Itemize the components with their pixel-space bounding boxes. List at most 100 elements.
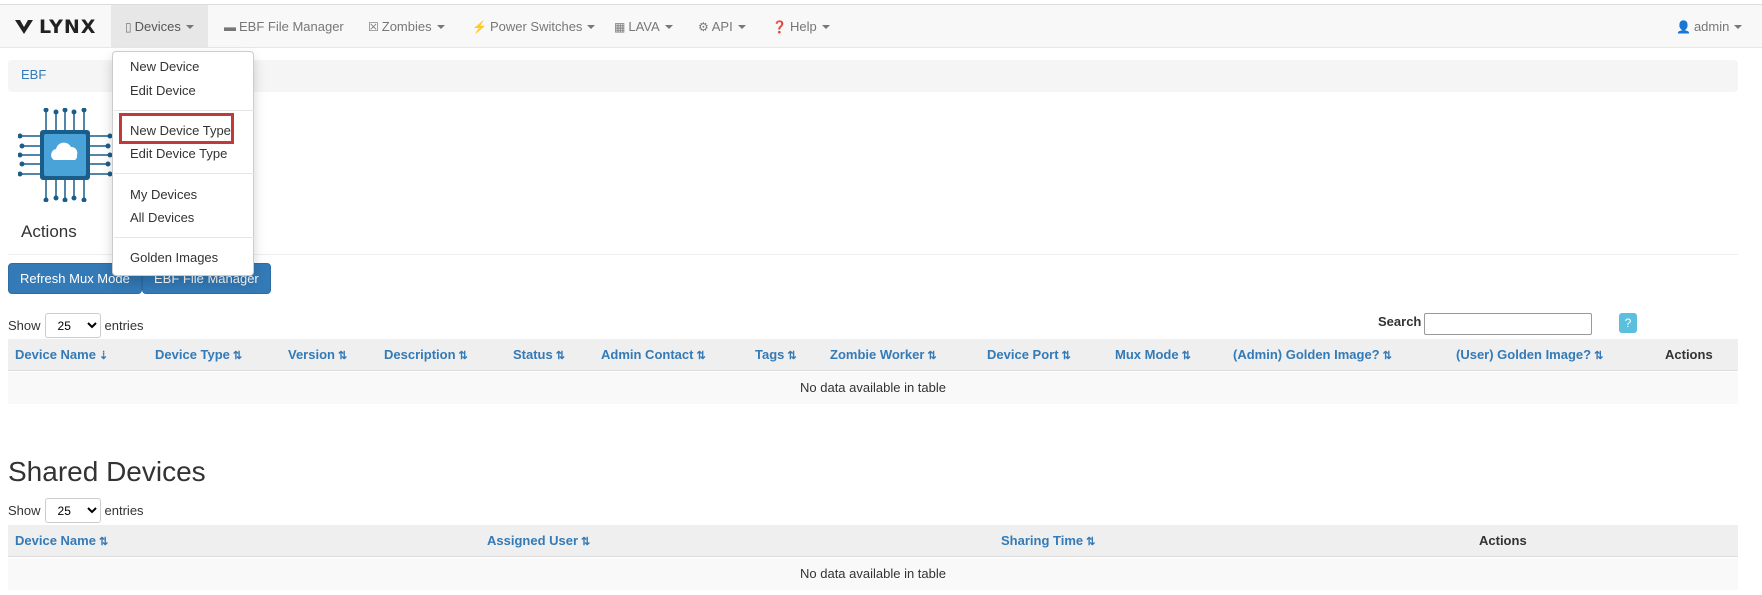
entries-length-control: Show 25 entries — [8, 313, 144, 338]
col-admin-contact[interactable]: Admin Contact ⇅ — [601, 347, 706, 362]
nav-zombies[interactable]: ☒ Zombies — [354, 5, 459, 48]
shared-table-header: Device Name ⇅ Assigned User ⇅ Sharing Time… — [8, 525, 1738, 557]
caret-down-icon — [185, 24, 194, 29]
col-device-port[interactable]: Device Port ⇅ — [987, 347, 1071, 362]
col-user-golden-image[interactable]: (User) Golden Image? ⇅ — [1456, 347, 1603, 362]
menu-edit-device-type[interactable]: Edit Device Type — [130, 146, 227, 161]
folder-icon: ▬ — [224, 19, 236, 34]
col-label: Device Name — [15, 347, 96, 362]
col-label: Status — [513, 347, 553, 362]
caret-down-icon — [821, 24, 830, 29]
nav-lava-label: LAVA — [628, 19, 660, 34]
col-label: Tags — [755, 347, 785, 362]
col-status[interactable]: Status ⇅ — [513, 347, 565, 362]
nav-lava[interactable]: ▦ LAVA — [600, 5, 687, 48]
col-label: Device Port — [987, 347, 1059, 362]
col-admin-golden-image[interactable]: (Admin) Golden Image? ⇅ — [1233, 347, 1392, 362]
gear-icon: ⚙ — [698, 19, 709, 34]
col-mux-mode[interactable]: Mux Mode ⇅ — [1115, 347, 1191, 362]
breadcrumb-ebf[interactable]: EBF — [21, 67, 46, 82]
col-description[interactable]: Description ⇅ — [384, 347, 468, 362]
col-label: Version — [288, 347, 335, 362]
col-label: (Admin) Golden Image? — [1233, 347, 1380, 362]
sort-icon: ⇅ — [1382, 350, 1392, 362]
caret-down-icon — [587, 24, 596, 29]
col-device-type[interactable]: Device Type ⇅ — [155, 347, 242, 362]
col-label: (User) Golden Image? — [1456, 347, 1592, 362]
entries-label: entries — [104, 503, 144, 518]
sort-icon: ⇅ — [555, 350, 565, 362]
sort-asc-icon: ⇣ — [98, 350, 109, 362]
col-shared-actions: Actions — [1479, 533, 1527, 548]
sort-icon: ⇅ — [927, 350, 937, 362]
tablet-icon: ▯ — [125, 19, 132, 34]
caret-down-icon — [737, 24, 746, 29]
nav-power-switches[interactable]: ⚡ Power Switches — [458, 5, 609, 48]
col-actions: Actions — [1665, 347, 1713, 362]
caret-down-icon — [664, 24, 673, 29]
devices-empty-message: No data available in table — [8, 372, 1738, 404]
menu-divider — [114, 237, 254, 238]
brand-logo[interactable]: LYNX — [14, 15, 96, 39]
divider — [8, 254, 1738, 255]
sort-icon: ⇅ — [458, 350, 468, 362]
menu-my-devices[interactable]: My Devices — [130, 187, 197, 202]
col-label: Device Type — [155, 347, 230, 362]
col-sharing-time[interactable]: Sharing Time ⇅ — [1001, 533, 1095, 548]
nav-api-label: API — [711, 19, 733, 34]
show-label: Show — [8, 318, 41, 333]
user-icon: 👤 — [1676, 19, 1691, 34]
menu-golden-images[interactable]: Golden Images — [130, 250, 218, 265]
menu-divider — [114, 110, 254, 111]
sort-icon: ⇅ — [1594, 350, 1604, 362]
col-version[interactable]: Version ⇅ — [288, 347, 347, 362]
col-shared-device-name[interactable]: Device Name ⇅ — [15, 533, 108, 548]
nav-devices[interactable]: ▯ Devices — [111, 5, 208, 48]
highlight-box — [119, 113, 234, 144]
navbar: LYNX ▯ Devices ▬ EBF File Manager ☒ Zomb… — [0, 5, 1762, 48]
brand-name: LYNX — [39, 16, 97, 38]
caret-down-icon — [1734, 24, 1743, 29]
show-label: Show — [8, 503, 41, 518]
search-label: Search — [1378, 314, 1422, 329]
col-assigned-user[interactable]: Assigned User ⇅ — [487, 533, 590, 548]
breadcrumb: EBF — [8, 60, 1738, 92]
sort-icon: ⇅ — [98, 536, 109, 548]
entries-select[interactable]: 25 — [44, 313, 101, 338]
menu-edit-device[interactable]: Edit Device — [130, 83, 196, 98]
nav-zombies-label: Zombies — [381, 19, 432, 34]
col-device-name[interactable]: Device Name ⇣ — [15, 347, 108, 362]
bolt-icon: ⚡ — [472, 19, 487, 34]
sort-icon: ⇅ — [1086, 536, 1096, 548]
search-input[interactable] — [1424, 313, 1592, 335]
menu-all-devices[interactable]: All Devices — [130, 210, 194, 225]
chip-logo-icon — [18, 108, 112, 202]
zombie-icon: ☒ — [368, 19, 379, 34]
devices-dropdown-menu: New Device Edit Device New Device Type E… — [112, 51, 254, 276]
nav-ebf-file-manager[interactable]: ▬ EBF File Manager — [210, 5, 358, 48]
col-label: Mux Mode — [1115, 347, 1179, 362]
sort-icon: ⇅ — [696, 350, 706, 362]
nav-user-label: admin — [1693, 19, 1730, 34]
sort-icon: ⇅ — [232, 350, 243, 362]
nav-user-menu[interactable]: 👤 admin — [1662, 5, 1756, 48]
sort-icon: ⇅ — [337, 350, 348, 362]
sort-icon: ⇅ — [1181, 350, 1191, 362]
help-badge[interactable]: ? — [1619, 313, 1637, 333]
sort-icon: ⇅ — [1061, 350, 1071, 362]
devices-table-header: Device Name ⇣ Device Type ⇅ Version ⇅ Descr… — [8, 339, 1738, 371]
col-label: Assigned User — [487, 533, 579, 548]
caret-down-icon — [436, 24, 445, 29]
nav-ebf-label: EBF File Manager — [239, 19, 344, 34]
col-label: Device Name — [15, 533, 96, 548]
shared-entries-select[interactable]: 25 — [44, 498, 101, 523]
question-circle-icon: ❓ — [772, 19, 787, 34]
sort-icon: ⇅ — [787, 350, 797, 362]
col-tags[interactable]: Tags ⇅ — [755, 347, 797, 362]
nav-power-label: Power Switches — [489, 19, 583, 34]
menu-new-device[interactable]: New Device — [130, 59, 199, 74]
col-label: Zombie Worker — [830, 347, 925, 362]
nav-api[interactable]: ⚙ API — [684, 5, 760, 48]
nav-help[interactable]: ❓ Help — [758, 5, 844, 48]
col-zombie-worker[interactable]: Zombie Worker ⇅ — [830, 347, 937, 362]
